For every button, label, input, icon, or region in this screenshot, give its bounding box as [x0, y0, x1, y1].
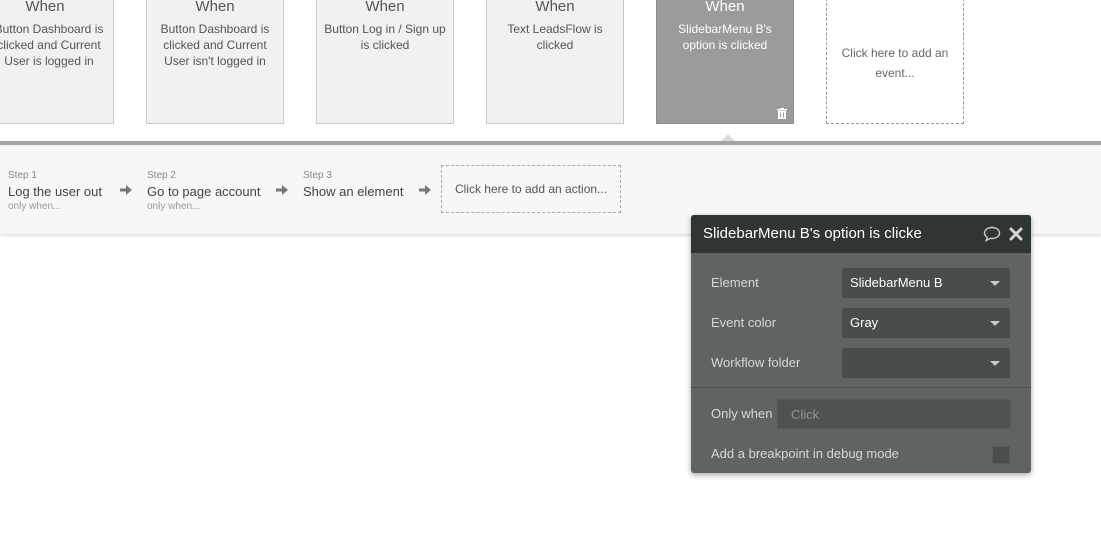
breakpoint-label: Add a breakpoint in debug mode: [711, 446, 899, 461]
event-description: Text LeadsFlow is clicked: [507, 22, 603, 52]
arrow-right-icon: [419, 185, 431, 195]
element-label: Element: [711, 275, 759, 290]
event-when-label: When: [535, 0, 575, 15]
event-when-label: When: [365, 0, 405, 15]
only-when-label: Only when: [711, 406, 773, 421]
event-when-label: When: [195, 0, 235, 15]
breakpoint-checkbox[interactable]: [992, 446, 1010, 464]
event-card[interactable]: When Button Dashboard is clicked and Cur…: [146, 0, 284, 124]
panel-title: SlidebarMenu B's option is clicked: [703, 225, 921, 242]
step-title: Show an element: [303, 184, 404, 199]
add-action-button[interactable]: Click here to add an action...: [441, 165, 621, 213]
event-description: SlidebarMenu B's option is clicked: [678, 22, 772, 52]
add-event-card[interactable]: Click here to add an event...: [826, 0, 964, 124]
arrow-right-icon: [276, 185, 288, 195]
event-color-select-value: Gray: [850, 315, 879, 330]
event-when-label: When: [25, 0, 65, 15]
workflow-folder-label: Workflow folder: [711, 355, 801, 370]
step-condition: only when...: [8, 201, 62, 212]
close-icon[interactable]: [1009, 227, 1023, 241]
event-properties-panel: SlidebarMenu B's option is clicked Eleme…: [691, 215, 1031, 473]
chevron-down-icon: [990, 321, 1000, 326]
step-title: Log the user out: [8, 184, 102, 199]
step-number: Step 1: [8, 170, 37, 181]
panel-header: SlidebarMenu B's option is clicked: [691, 215, 1031, 253]
event-card-selected[interactable]: When SlidebarMenu B's option is clicked: [656, 0, 794, 124]
step-1[interactable]: Step 1 Log the user out only when...: [8, 170, 102, 213]
event-card[interactable]: When Button Log in / Sign up is clicked: [316, 0, 454, 124]
workflow-folder-select[interactable]: [842, 348, 1010, 378]
event-description: Button Dashboard is clicked and Current …: [160, 22, 270, 68]
trash-icon[interactable]: [777, 108, 787, 119]
event-color-select[interactable]: Gray: [842, 308, 1010, 338]
step-number: Step 2: [147, 170, 176, 181]
element-select[interactable]: SlidebarMenu B: [842, 268, 1010, 298]
step-3[interactable]: Step 3 Show an element: [303, 170, 403, 201]
event-card[interactable]: When Button Dashboard is clicked and Cur…: [0, 0, 114, 124]
add-event-label: Click here to add an event...: [841, 46, 949, 80]
event-when-label: When: [705, 0, 745, 15]
chevron-down-icon: [990, 361, 1000, 366]
arrow-right-icon: [120, 185, 132, 195]
event-color-label: Event color: [711, 315, 777, 330]
only-when-input[interactable]: Click: [777, 399, 1011, 429]
step-condition: only when...: [147, 201, 201, 212]
event-description: Button Log in / Sign up is clicked: [324, 22, 446, 52]
comment-icon[interactable]: [983, 226, 1001, 242]
element-select-value: SlidebarMenu B: [850, 275, 943, 290]
step-number: Step 3: [303, 170, 332, 181]
event-card[interactable]: When Text LeadsFlow is clicked: [486, 0, 624, 124]
panel-divider: [691, 387, 1031, 388]
step-title: Go to page account: [147, 184, 261, 199]
step-2[interactable]: Step 2 Go to page account only when...: [147, 170, 260, 213]
event-description: Button Dashboard is clicked and Current …: [0, 22, 104, 68]
chevron-down-icon: [990, 281, 1000, 286]
